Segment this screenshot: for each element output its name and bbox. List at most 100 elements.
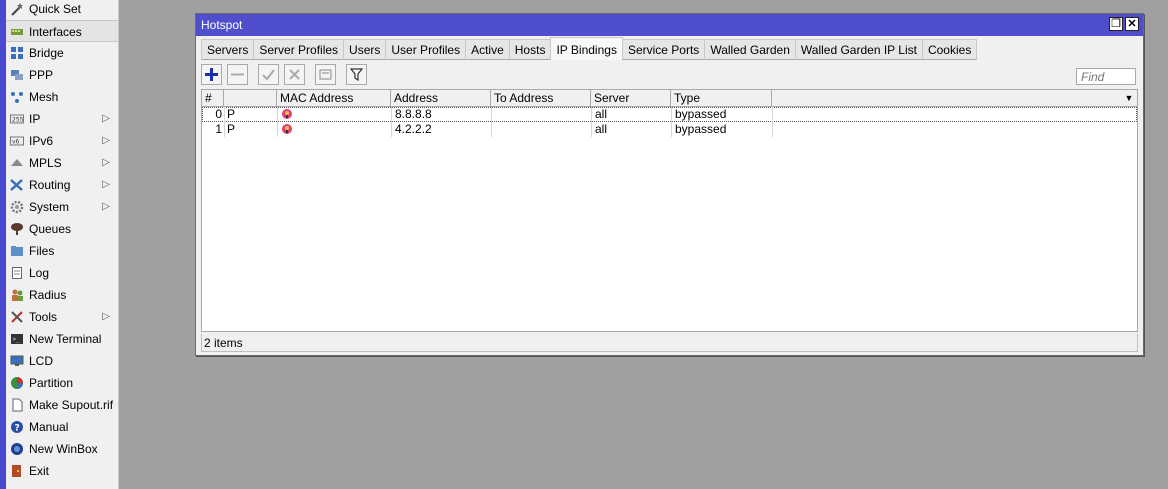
tab-cookies[interactable]: Cookies — [921, 39, 978, 60]
sidebar-item-label: PPP — [29, 68, 54, 82]
sidebar-item-label: Log — [29, 266, 50, 280]
sidebar-item-tools[interactable]: Tools ▷ — [6, 306, 118, 328]
sidebar-item-manual[interactable]: ? Manual — [6, 416, 118, 438]
sidebar-menu: Quick Set Interfaces Bridge PPP Mesh 255… — [6, 0, 119, 489]
cell-server: all — [595, 122, 608, 136]
close-button[interactable]: ✕ — [1125, 17, 1139, 31]
sidebar-item-lcd[interactable]: LCD — [6, 350, 118, 372]
submenu-arrow-icon: ▷ — [102, 201, 110, 212]
sidebar-item-ip[interactable]: 255 IP ▷ — [6, 108, 118, 130]
column-header-type[interactable]: Type — [671, 90, 772, 106]
sidebar-item-label: Interfaces — [29, 25, 82, 39]
find-input[interactable] — [1076, 68, 1136, 85]
tab-servers[interactable]: Servers — [201, 39, 255, 60]
column-header-to-address[interactable]: To Address — [491, 90, 591, 106]
comment-button[interactable] — [315, 64, 336, 85]
folder-icon — [9, 243, 25, 259]
sidebar-item-label: Exit — [29, 464, 50, 478]
sidebar-item-label: IP — [29, 112, 41, 126]
tab-hosts[interactable]: Hosts — [508, 39, 552, 60]
tab-active[interactable]: Active — [465, 39, 510, 60]
disable-button[interactable] — [284, 64, 305, 85]
ip-icon: 255 — [9, 111, 25, 127]
cell-address: 8.8.8.8 — [395, 107, 432, 121]
help-icon: ? — [9, 419, 25, 435]
sidebar-item-label: Partition — [29, 376, 74, 390]
cell-address: 4.2.2.2 — [395, 122, 432, 136]
minus-icon — [231, 73, 244, 76]
sidebar-item-routing[interactable]: Routing ▷ — [6, 174, 118, 196]
sidebar-item-label: New Terminal — [29, 332, 102, 346]
cell-to-address — [492, 122, 495, 137]
svg-text:255: 255 — [12, 117, 24, 124]
remove-button[interactable] — [227, 64, 248, 85]
sidebar-item-queues[interactable]: Queues — [6, 218, 118, 240]
cell-type: bypassed — [675, 107, 727, 121]
tab-ip-bindings[interactable]: IP Bindings — [550, 37, 623, 60]
sidebar-item-partition[interactable]: Partition — [6, 372, 118, 394]
sidebar-item-ipv6[interactable]: v6 IPv6 ▷ — [6, 130, 118, 152]
sidebar-item-label: Make Supout.rif — [29, 398, 114, 412]
mesh-icon — [9, 89, 25, 105]
sidebar-item-interfaces[interactable]: Interfaces — [6, 20, 118, 42]
column-divider — [391, 107, 392, 137]
tab-server-profiles[interactable]: Server Profiles — [253, 39, 345, 60]
column-header-flags[interactable] — [224, 90, 277, 106]
comment-icon — [319, 69, 332, 80]
maximize-button[interactable]: ❐ — [1109, 17, 1123, 31]
column-header-server[interactable]: Server — [591, 90, 671, 106]
column-header-number[interactable]: # — [202, 90, 224, 106]
svg-text:?: ? — [15, 424, 20, 434]
table-row[interactable]: 1 P 4.2.2.2 all bypassed — [202, 122, 1137, 137]
tab-user-profiles[interactable]: User Profiles — [385, 39, 467, 60]
svg-text:>_: >_ — [13, 336, 21, 343]
sidebar-item-make-supout[interactable]: Make Supout.rif — [6, 394, 118, 416]
column-header-address[interactable]: Address — [391, 90, 491, 106]
sidebar-item-bridge[interactable]: Bridge — [6, 42, 118, 64]
tab-walled-garden[interactable]: Walled Garden — [704, 39, 796, 60]
sidebar-item-new-winbox[interactable]: New WinBox — [6, 438, 118, 460]
filter-button[interactable] — [346, 64, 367, 85]
submenu-arrow-icon: ▷ — [102, 135, 110, 146]
table-header: # MAC Address Address To Address Server … — [202, 90, 1137, 107]
column-divider — [277, 107, 278, 137]
cell-server: all — [595, 107, 608, 121]
exit-icon — [9, 463, 25, 479]
cell-number: 1 — [215, 122, 222, 136]
sidebar-item-label: LCD — [29, 354, 54, 368]
sidebar-item-exit[interactable]: Exit — [6, 460, 118, 482]
column-header-mac-address[interactable]: MAC Address — [277, 90, 391, 106]
sidebar-item-label: Routing — [29, 178, 71, 192]
sidebar-item-quick-set[interactable]: Quick Set — [6, 0, 118, 20]
sidebar-item-label: Tools — [29, 310, 58, 324]
sidebar-item-log[interactable]: Log — [6, 262, 118, 284]
columns-dropdown-icon[interactable]: ▼ — [1123, 93, 1135, 103]
tab-service-ports[interactable]: Service Ports — [621, 39, 706, 60]
sidebar-item-mpls[interactable]: MPLS ▷ — [6, 152, 118, 174]
tab-users[interactable]: Users — [343, 39, 387, 60]
sidebar-item-ppp[interactable]: PPP — [6, 64, 118, 86]
sidebar-item-files[interactable]: Files — [6, 240, 118, 262]
sidebar-item-label: IPv6 — [29, 134, 54, 148]
hotspot-window[interactable]: Hotspot ❐ ✕ Servers Server Profiles User… — [195, 13, 1144, 356]
sidebar-item-radius[interactable]: Radius — [6, 284, 118, 306]
sidebar-item-label: System — [29, 200, 70, 214]
check-icon — [262, 69, 275, 81]
queues-icon — [9, 221, 25, 237]
status-bar: 2 items — [201, 334, 1138, 352]
mpls-icon — [9, 155, 25, 171]
sidebar-item-system[interactable]: System ▷ — [6, 196, 118, 218]
cell-number: 0 — [215, 107, 222, 121]
users-icon — [9, 287, 25, 303]
tab-walled-garden-ip-list[interactable]: Walled Garden IP List — [794, 39, 923, 60]
routing-icon — [9, 177, 25, 193]
window-titlebar[interactable]: Hotspot ❐ ✕ — [196, 14, 1143, 36]
sidebar-item-mesh[interactable]: Mesh — [6, 86, 118, 108]
lcd-icon — [9, 353, 25, 369]
add-button[interactable] — [201, 64, 222, 85]
window-title: Hotspot — [201, 18, 243, 32]
log-icon — [9, 265, 25, 281]
enable-button[interactable] — [258, 64, 279, 85]
sidebar-item-new-terminal[interactable]: >_ New Terminal — [6, 328, 118, 350]
table-row[interactable]: 0 P 8.8.8.8 all bypassed — [202, 107, 1137, 122]
